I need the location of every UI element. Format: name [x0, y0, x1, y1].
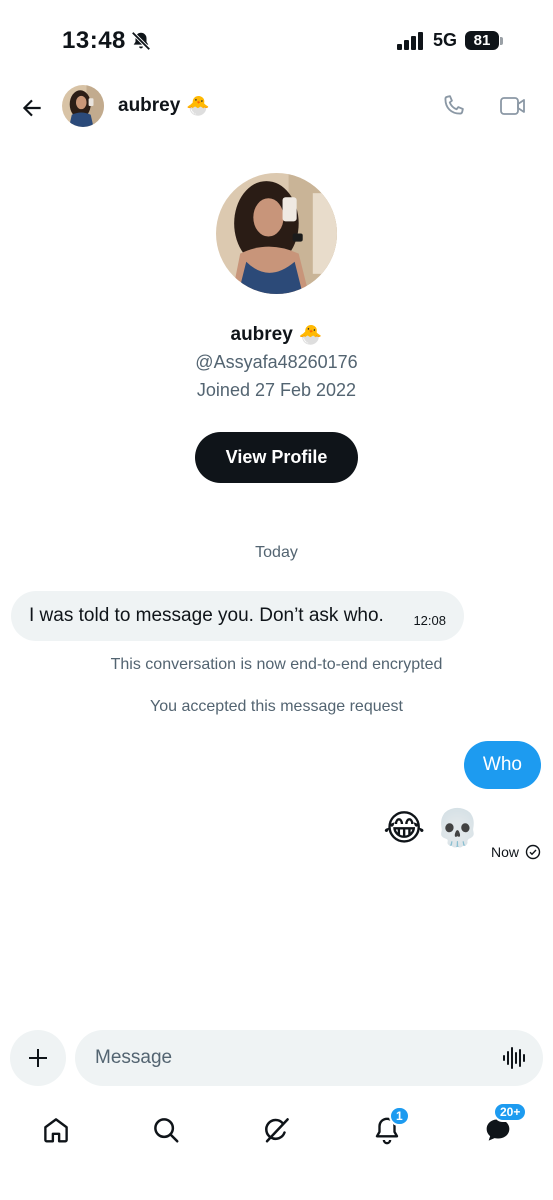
profile-name: aubrey 🐣	[0, 323, 553, 347]
video-camera-icon	[500, 97, 525, 115]
message-status-text: Now	[490, 844, 519, 860]
network-type: 5G	[432, 30, 457, 50]
message-input[interactable]	[95, 1030, 485, 1086]
message-composer	[75, 1030, 543, 1086]
outgoing-message-text: Who	[482, 754, 522, 775]
outgoing-emoji-message[interactable]: 😂 💀	[383, 806, 480, 850]
status-bar: 13:48 5G 81	[0, 0, 553, 80]
battery-tip	[500, 36, 503, 45]
profile-joined-date: Joined 27 Feb 2022	[196, 380, 357, 400]
laughing-tears-emoji: 😂	[383, 807, 426, 848]
nav-search[interactable]	[144, 1108, 188, 1152]
bell-slash-icon	[131, 31, 151, 51]
incoming-message-text: I was told to message you. Don’t ask who…	[29, 605, 384, 626]
request-accepted-notice: You accepted this message request	[150, 698, 403, 715]
nav-home[interactable]	[34, 1108, 78, 1152]
skull-emoji: 💀	[435, 807, 480, 848]
voice-call-button[interactable]	[436, 89, 470, 123]
nav-notifications[interactable]: 1	[365, 1106, 410, 1152]
battery-icon: 81	[465, 31, 503, 50]
header-avatar[interactable]	[62, 85, 104, 127]
grok-icon	[265, 1118, 289, 1143]
notifications-badge: 1	[389, 1106, 410, 1126]
message-status: Now	[491, 844, 541, 860]
status-time: 13:48	[62, 27, 152, 55]
profile-display-name: aubrey	[230, 324, 293, 345]
clock: 13:48	[62, 27, 126, 54]
waveform-icon	[503, 1047, 525, 1069]
profile-handle: @Assyafa48260176	[195, 352, 358, 372]
nav-messages[interactable]: 20+	[476, 1102, 528, 1152]
incoming-message-time: 12:08	[413, 613, 446, 628]
nav-grok[interactable]	[255, 1108, 299, 1152]
battery-level: 81	[465, 31, 499, 50]
outgoing-message-bubble[interactable]: Who	[463, 741, 541, 789]
phone-icon	[444, 95, 464, 115]
plus-icon	[29, 1049, 47, 1067]
signal-icon	[396, 31, 423, 50]
chat-header: aubrey 🐣	[0, 80, 553, 136]
arrow-left-icon	[22, 99, 41, 117]
encryption-notice: This conversation is now end-to-end encr…	[110, 656, 443, 673]
hatching-chick-emoji: 🐣	[298, 325, 323, 346]
profile-avatar[interactable]	[216, 173, 337, 294]
header-username: aubrey	[118, 95, 181, 116]
voice-message-button[interactable]	[501, 1044, 529, 1072]
avatar-photo	[216, 173, 337, 294]
view-profile-button[interactable]: View Profile	[195, 432, 358, 483]
back-button[interactable]	[14, 90, 50, 126]
hatching-chick-emoji: 🐣	[186, 96, 210, 117]
header-title[interactable]: aubrey 🐣	[118, 94, 210, 118]
status-indicators: 5G 81	[396, 30, 503, 51]
messages-badge: 20+	[493, 1102, 528, 1122]
bottom-navigation: 1 20+	[0, 1100, 553, 1160]
avatar-photo	[62, 85, 104, 127]
check-circle-icon	[525, 844, 541, 860]
incoming-message-bubble[interactable]: I was told to message you. Don’t ask who…	[11, 591, 464, 641]
add-attachment-button[interactable]	[10, 1030, 66, 1086]
day-separator: Today	[255, 544, 298, 561]
video-call-button[interactable]	[496, 89, 530, 123]
search-icon	[154, 1118, 179, 1143]
home-icon	[44, 1118, 68, 1143]
